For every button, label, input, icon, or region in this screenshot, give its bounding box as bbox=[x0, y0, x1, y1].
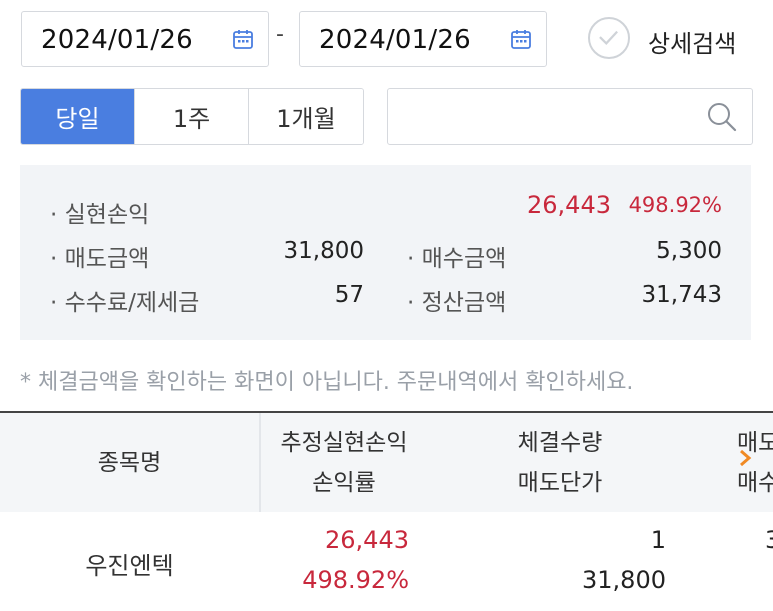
fee-tax-label: · 수수료/제세금 bbox=[50, 290, 200, 316]
end-date-field[interactable]: 2024/01/26 bbox=[299, 11, 547, 67]
start-date-field[interactable]: 2024/01/26 bbox=[21, 11, 269, 67]
end-date-value: 2024/01/26 bbox=[319, 25, 471, 55]
table-header: 종목명 추정실현손익 손익률 체결수량 매도단가 매도 매수 bbox=[0, 413, 773, 512]
start-date-value: 2024/01/26 bbox=[41, 25, 193, 55]
date-range-separator: - bbox=[276, 22, 284, 47]
search-icon[interactable] bbox=[706, 101, 738, 133]
buy-amount-label: · 매수금액 bbox=[407, 246, 507, 272]
row-exec-qty: 1 bbox=[650, 526, 666, 554]
calendar-icon[interactable] bbox=[510, 28, 532, 50]
row-pl-rate: 498.92% bbox=[302, 566, 409, 594]
header-col4-bottom: 매수 bbox=[737, 470, 773, 496]
stock-search-input[interactable] bbox=[387, 88, 753, 145]
header-stock-name: 종목명 bbox=[97, 450, 162, 476]
summary-panel: · 실현손익 26,443 498.92% · 매도금액 31,800 · 매수… bbox=[20, 165, 751, 340]
settlement-value: 31,743 bbox=[641, 282, 722, 308]
tab-1-week[interactable]: 1주 bbox=[135, 89, 249, 144]
row-col4-partial: 3 bbox=[765, 526, 773, 554]
header-sell-price: 매도단가 bbox=[517, 470, 603, 496]
fee-tax-value: 57 bbox=[334, 282, 364, 308]
chevron-right-icon[interactable] bbox=[737, 448, 753, 468]
period-tabs: 당일 1주 1개월 bbox=[20, 88, 364, 145]
header-est-pl: 추정실현손익 bbox=[280, 430, 408, 456]
detail-search-checkbox[interactable] bbox=[588, 17, 630, 59]
realized-pl-rate: 498.92% bbox=[628, 193, 722, 217]
header-pl-rate: 손익률 bbox=[312, 470, 376, 496]
sell-amount-value: 31,800 bbox=[283, 238, 364, 264]
detail-search-label[interactable]: 상세검색 bbox=[648, 24, 736, 59]
tab-today[interactable]: 당일 bbox=[21, 89, 135, 144]
table-row[interactable]: 우진엔텍 26,443 498.92% 1 31,800 3 bbox=[0, 512, 773, 611]
header-exec-qty: 체결수량 bbox=[517, 430, 603, 456]
row-est-pl: 26,443 bbox=[325, 526, 409, 554]
buy-amount-value: 5,300 bbox=[656, 238, 722, 264]
check-icon bbox=[599, 30, 618, 46]
settlement-label: · 정산금액 bbox=[407, 290, 507, 316]
calendar-icon[interactable] bbox=[232, 28, 254, 50]
row-stock-name: 우진엔텍 bbox=[85, 552, 174, 580]
realized-pl-value: 26,443 bbox=[527, 191, 611, 219]
tab-1-month[interactable]: 1개월 bbox=[249, 89, 363, 144]
row-sell-price: 31,800 bbox=[582, 566, 666, 594]
notice-text: * 체결금액을 확인하는 화면이 아닙니다. 주문내역에서 확인하세요. bbox=[20, 370, 634, 395]
realized-pl-label: · 실현손익 bbox=[50, 202, 150, 228]
sell-amount-label: · 매도금액 bbox=[50, 246, 150, 272]
